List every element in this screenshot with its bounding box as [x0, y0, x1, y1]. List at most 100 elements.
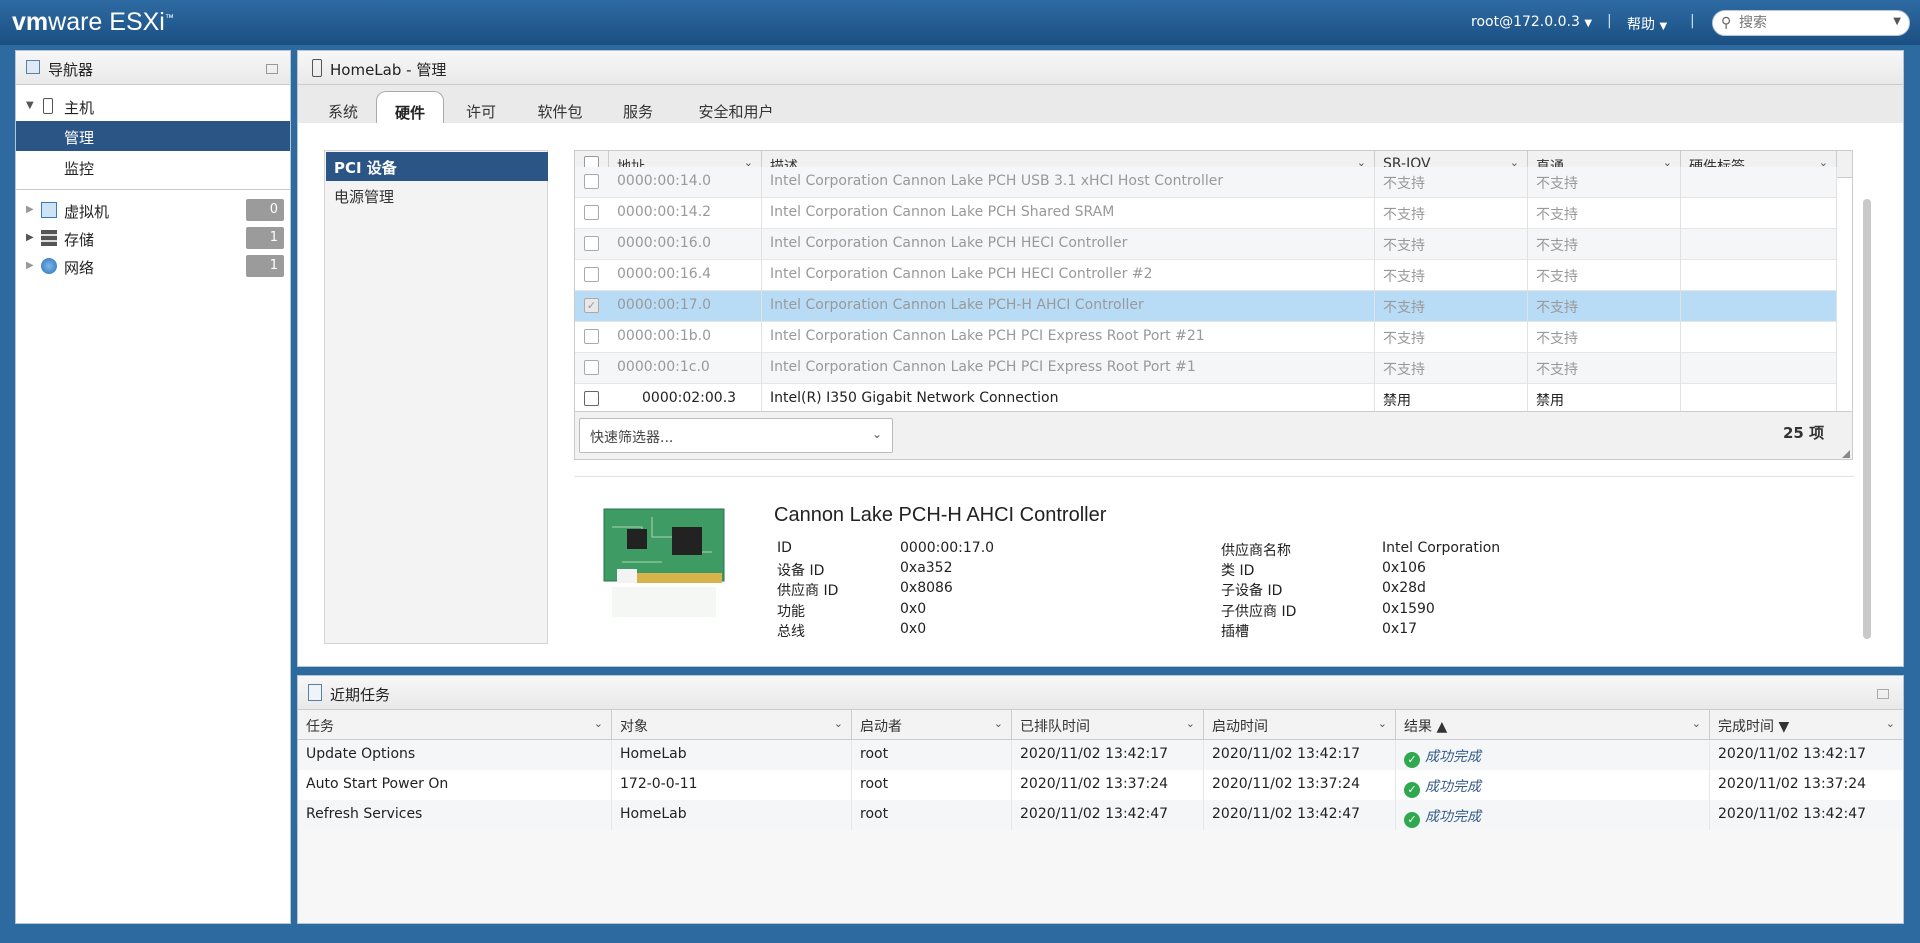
tab-packages[interactable]: 软件包 [520, 91, 600, 123]
row-description: Intel(R) I350 Gigabit Network Connection [762, 384, 1375, 411]
task-initiator: root [852, 740, 1012, 770]
row-sriov: 不支持 [1375, 260, 1528, 291]
nav-monitor[interactable]: 监控 [16, 152, 290, 182]
col-completion-time[interactable]: 完成时间 ▼ ⌄ [1710, 710, 1903, 740]
navigator-icon [26, 60, 40, 74]
task-row[interactable]: Auto Start Power On 172-0-0-11 root 2020… [298, 770, 1903, 800]
table-row[interactable]: 0000:00:14.0 Intel Corporation Cannon Lak… [575, 167, 1837, 198]
table-row[interactable]: 0000:00:14.2 Intel Corporation Cannon Lak… [575, 198, 1837, 229]
chevron-down-icon[interactable]: ⌄ [594, 717, 603, 730]
vm-icon [41, 202, 57, 218]
task-started: 2020/11/02 13:42:17 [1204, 740, 1396, 770]
network-icon [41, 258, 57, 274]
table-row[interactable]: 0000:00:1b.0 Intel Corporation Cannon Lak… [575, 322, 1837, 353]
pci-device-grid: 地址⌄ 描述⌄ SR-IOV⌄ 直通⌄ 硬件标签⌄ 0000:00:14.0In… [574, 150, 1853, 460]
minimize-icon[interactable] [1877, 689, 1889, 699]
row-checkbox[interactable] [584, 236, 599, 251]
task-name: Auto Start Power On [298, 770, 612, 800]
row-sriov: 不支持 [1375, 322, 1528, 353]
col-target[interactable]: 对象 ⌄ [612, 710, 852, 740]
row-checkbox[interactable] [584, 329, 599, 344]
recent-tasks-panel: 近期任务 任务 ⌄ 对象 ⌄ 启动者 ⌄ 已排队时间 ⌄ 启动时间 ⌄ 结果 ▲ ⌄ 完成时… [297, 675, 1904, 924]
row-hardware-label [1681, 291, 1837, 322]
task-name: Refresh Services [298, 800, 612, 830]
row-checkbox[interactable] [584, 391, 599, 406]
nav-network[interactable]: ▶ 网络 1 [16, 251, 290, 281]
task-row[interactable]: Update Options HomeLab root 2020/11/02 1… [298, 740, 1903, 770]
col-task[interactable]: 任务 ⌄ [298, 710, 612, 740]
task-initiator: root [852, 770, 1012, 800]
task-queued: 2020/11/02 13:37:24 [1012, 770, 1204, 800]
task-result: ✓ 成功完成 [1396, 800, 1710, 830]
chevron-down-icon[interactable]: ⌄ [1692, 717, 1701, 730]
search-box[interactable]: ⚲ ▼ [1712, 10, 1910, 36]
task-row[interactable]: Refresh Services HomeLab root 2020/11/02… [298, 800, 1903, 830]
scrollbar-thumb[interactable] [1863, 199, 1871, 639]
navigator-panel: 导航器 ▼ 主机 管理 监控 ▶ 虚拟机 0 ▶ 存储 1 ▶ 网络 1 [15, 50, 291, 924]
col-start-time[interactable]: 启动时间 ⌄ [1204, 710, 1396, 740]
nav-host-label: 主机 [64, 99, 95, 117]
host-icon [43, 98, 53, 114]
panel-scrollbar[interactable] [1863, 199, 1871, 639]
row-description: Intel Corporation Cannon Lake PCH HECI C… [762, 260, 1375, 291]
triangle-right-icon[interactable]: ▶ [26, 204, 34, 215]
tab-system[interactable]: 系统 [310, 91, 376, 123]
table-row[interactable]: 0000:00:1c.0 Intel Corporation Cannon Lak… [575, 353, 1837, 384]
tab-security-users[interactable]: 安全和用户 [676, 91, 796, 123]
col-queued-time[interactable]: 已排队时间 ⌄ [1012, 710, 1204, 740]
subnav-pci-devices[interactable]: PCI 设备 [326, 152, 548, 181]
col-initiator[interactable]: 启动者 ⌄ [852, 710, 1012, 740]
nav-vms[interactable]: ▶ 虚拟机 0 [16, 195, 290, 225]
row-checkbox[interactable] [584, 360, 599, 375]
row-passthrough: 不支持 [1528, 322, 1681, 353]
nav-storage[interactable]: ▶ 存储 1 [16, 223, 290, 253]
triangle-right-icon[interactable]: ▶ [26, 260, 34, 271]
minimize-icon[interactable] [266, 64, 278, 74]
chevron-down-icon[interactable]: ⌄ [994, 717, 1003, 730]
chevron-down-icon[interactable]: ⌄ [1186, 717, 1195, 730]
row-checkbox[interactable] [584, 267, 599, 282]
detail-value: Intel Corporation [1382, 540, 1501, 556]
table-row[interactable]: 0000:00:16.0 Intel Corporation Cannon Lak… [575, 229, 1837, 260]
row-passthrough: 不支持 [1528, 229, 1681, 260]
quick-filter-dropdown[interactable]: 快速筛选器... ⌄ [579, 418, 893, 453]
row-checkbox[interactable] [584, 205, 599, 220]
task-started: 2020/11/02 13:42:47 [1204, 800, 1396, 830]
triangle-right-icon[interactable]: ▶ [26, 232, 34, 243]
help-menu[interactable]: 帮助 ▼ [1627, 14, 1667, 34]
detail-key: ID [777, 540, 792, 556]
subnav-power-management[interactable]: 电源管理 [326, 181, 548, 210]
chevron-down-icon[interactable]: ⌄ [1378, 717, 1387, 730]
search-input[interactable] [1739, 14, 1889, 32]
table-row[interactable]: 0000:00:16.4 Intel Corporation Cannon Lak… [575, 260, 1837, 291]
chevron-down-icon[interactable]: ▼ [1893, 16, 1901, 27]
row-hardware-label [1681, 384, 1837, 411]
task-initiator: root [852, 800, 1012, 830]
row-checkbox[interactable] [584, 174, 599, 189]
chevron-down-icon[interactable]: ⌄ [834, 717, 843, 730]
table-row[interactable]: 0000:02:00.3 Intel(R) I350 Gigabit Networ… [575, 384, 1837, 411]
detail-value: 0000:00:17.0 [900, 540, 995, 556]
resize-grip-icon[interactable] [1842, 450, 1850, 458]
detail-value: 0x0 [900, 621, 927, 637]
row-address: 0000:00:1c.0 [609, 353, 762, 384]
col-result[interactable]: 结果 ▲ ⌄ [1396, 710, 1710, 740]
row-checkbox-checked[interactable]: ✓ [584, 298, 599, 313]
triangle-down-icon[interactable]: ▼ [26, 100, 34, 111]
nav-host[interactable]: ▼ 主机 [16, 91, 290, 121]
tasks-title: 近期任务 [330, 686, 391, 704]
detail-key: 总线 [777, 624, 805, 640]
chevron-down-icon: ▼ [1584, 18, 1593, 29]
chevron-down-icon[interactable]: ⌄ [1886, 717, 1895, 730]
checkmark-icon: ✓ [1404, 812, 1420, 828]
tab-hardware[interactable]: 硬件 [376, 91, 444, 123]
detail-value: 0x28d [1382, 580, 1426, 596]
navigator-header: 导航器 [16, 51, 290, 85]
tab-license[interactable]: 许可 [446, 91, 516, 123]
table-row-selected[interactable]: ✓ 0000:00:17.0 Intel Corporation Cannon La… [575, 291, 1837, 322]
row-sriov: 不支持 [1375, 229, 1528, 260]
tab-services[interactable]: 服务 [603, 91, 673, 123]
row-hardware-label [1681, 229, 1837, 260]
user-menu[interactable]: root@172.0.0.3 ▼ [1471, 14, 1592, 30]
nav-manage[interactable]: 管理 [16, 121, 290, 151]
